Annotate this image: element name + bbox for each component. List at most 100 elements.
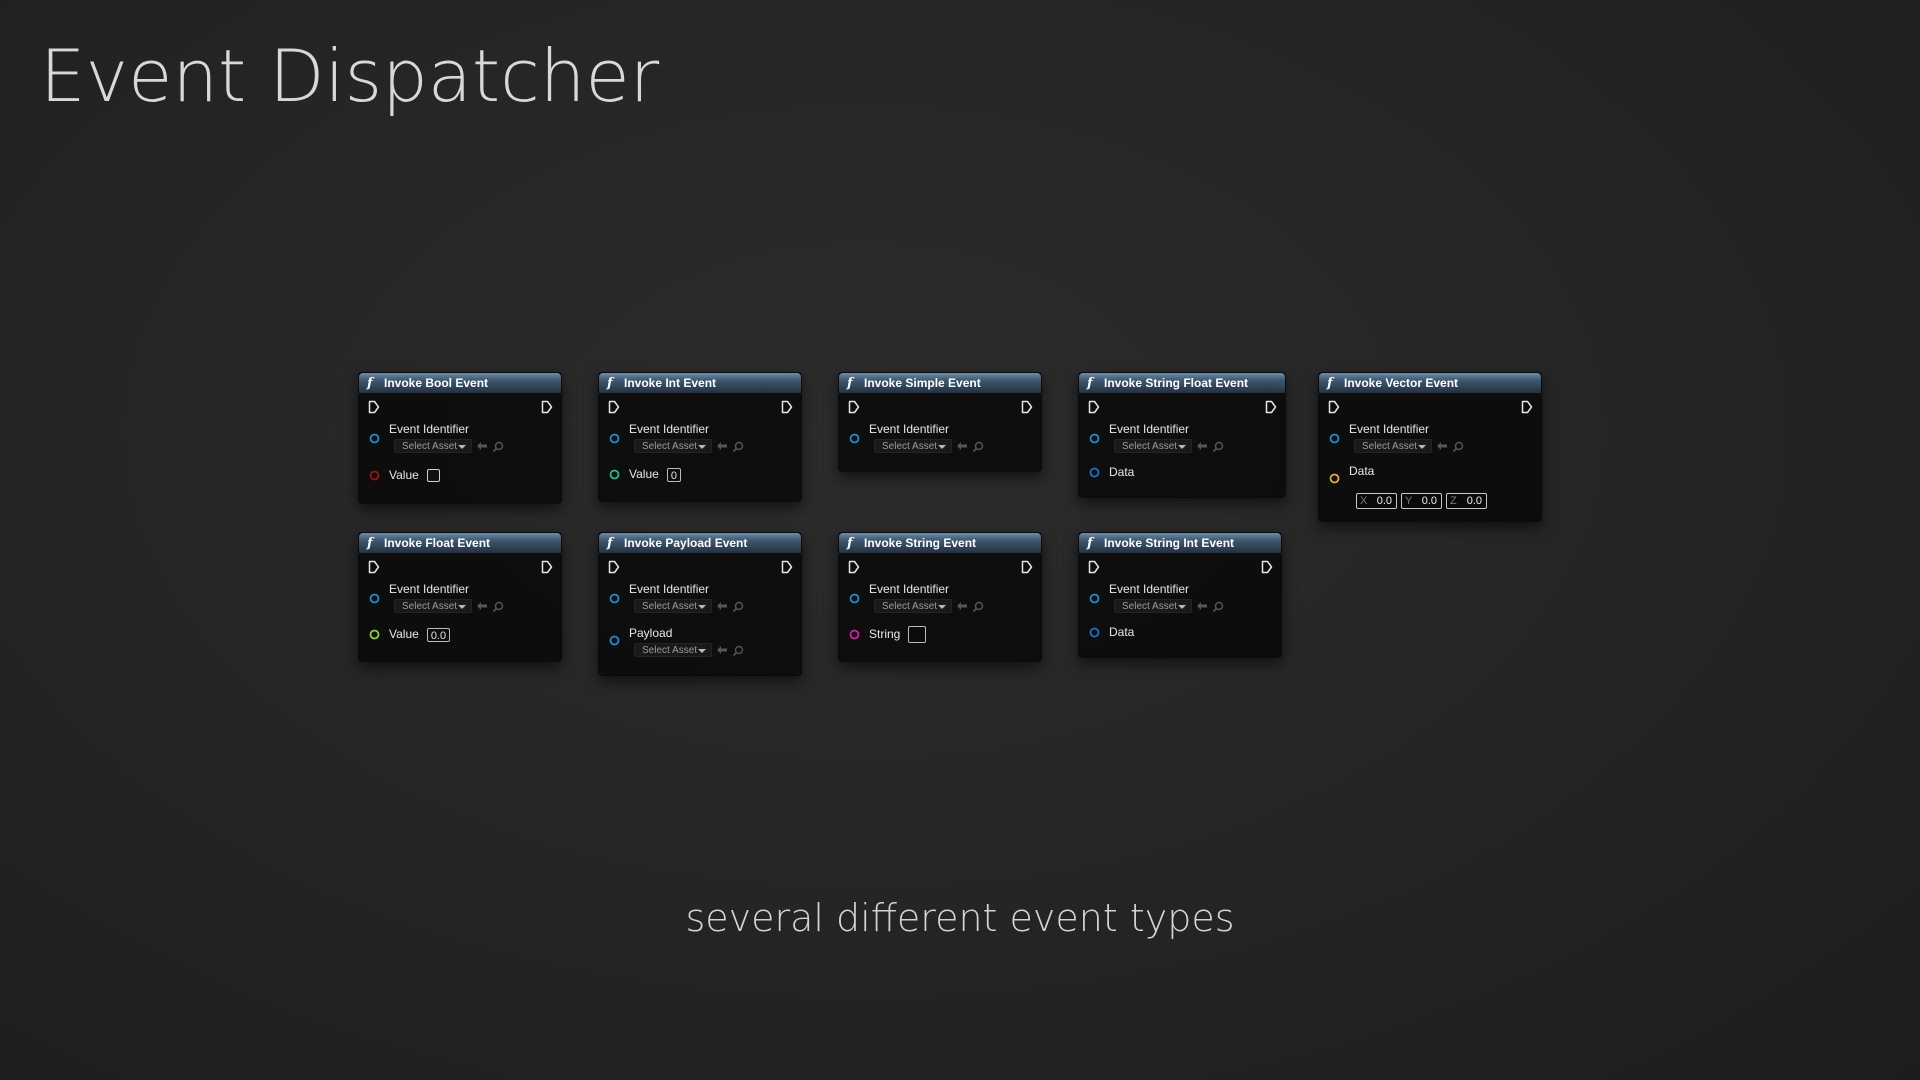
select-asset-text: Select Asset <box>402 441 458 452</box>
select-asset-dropdown[interactable]: Select Asset <box>634 439 712 453</box>
function-icon: f <box>847 536 853 551</box>
value-input[interactable]: 0.0 <box>426 627 451 642</box>
select-asset-dropdown[interactable]: Select Asset <box>394 599 472 613</box>
int-pin-icon[interactable] <box>609 469 620 480</box>
exec-in-pin-icon[interactable] <box>608 560 620 574</box>
string-input[interactable] <box>908 626 927 644</box>
vector-pin-icon[interactable] <box>1329 473 1340 484</box>
node-header[interactable]: f Invoke Vector Event <box>1319 373 1541 393</box>
exec-out-pin-icon[interactable] <box>781 560 793 574</box>
select-asset-text: Select Asset <box>1122 601 1178 612</box>
node-header[interactable]: f Invoke Bool Event <box>359 373 561 393</box>
select-asset-dropdown[interactable]: Select Asset <box>1114 439 1192 453</box>
data-label: Data <box>1109 625 1135 639</box>
select-asset-text: Select Asset <box>882 601 938 612</box>
select-asset-dropdown[interactable]: Select Asset <box>1354 439 1432 453</box>
exec-out-pin-icon[interactable] <box>1021 400 1033 414</box>
exec-in-pin-icon[interactable] <box>1328 400 1340 414</box>
page-title: Event Dispatcher <box>40 34 660 118</box>
search-icon[interactable] <box>492 601 504 613</box>
use-selected-arrow-icon[interactable] <box>1196 441 1208 451</box>
select-asset-dropdown[interactable]: Select Asset <box>874 439 952 453</box>
node-title: Invoke Simple Event <box>864 376 981 390</box>
node-invoke-vector-event[interactable]: f Invoke Vector Event Event Identifier Se… <box>1318 372 1542 522</box>
use-selected-arrow-icon[interactable] <box>1196 601 1208 611</box>
exec-in-pin-icon[interactable] <box>1088 400 1100 414</box>
use-selected-arrow-icon[interactable] <box>716 441 728 451</box>
select-asset-dropdown[interactable]: Select Asset <box>394 439 472 453</box>
node-invoke-simple-event[interactable]: f Invoke Simple Event Event Identifier Se… <box>838 372 1042 472</box>
struct-pin-icon[interactable] <box>1089 467 1100 478</box>
node-header[interactable]: f Invoke Int Event <box>599 373 801 393</box>
payload-label: Payload <box>629 626 673 640</box>
node-invoke-string-int-event[interactable]: f Invoke String Int Event Event Identifie… <box>1078 532 1282 658</box>
exec-in-pin-icon[interactable] <box>608 400 620 414</box>
use-selected-arrow-icon[interactable] <box>956 441 968 451</box>
function-icon: f <box>367 536 373 551</box>
exec-in-pin-icon[interactable] <box>368 560 380 574</box>
exec-out-pin-icon[interactable] <box>541 400 553 414</box>
y-axis-label: Y <box>1405 495 1413 507</box>
use-selected-arrow-icon[interactable] <box>956 601 968 611</box>
vector-z-input[interactable]: Z 0.0 <box>1446 493 1487 509</box>
node-header[interactable]: f Invoke String Float Event <box>1079 373 1285 393</box>
vector-x-input[interactable]: X 0.0 <box>1356 493 1397 509</box>
exec-in-pin-icon[interactable] <box>368 400 380 414</box>
search-icon[interactable] <box>492 441 504 453</box>
event-identifier-label: Event Identifier <box>1349 422 1430 436</box>
use-selected-arrow-icon[interactable] <box>476 441 488 451</box>
struct-pin-icon[interactable] <box>1089 627 1100 638</box>
float-pin-icon[interactable] <box>369 629 380 640</box>
value-checkbox[interactable] <box>426 469 440 483</box>
exec-out-pin-icon[interactable] <box>1521 400 1533 414</box>
node-invoke-payload-event[interactable]: f Invoke Payload Event Event Identifier S… <box>598 532 802 676</box>
string-label: String <box>869 627 901 641</box>
node-header[interactable]: f Invoke Simple Event <box>839 373 1041 393</box>
node-invoke-string-event[interactable]: f Invoke String Event Event Identifier Se… <box>838 532 1042 662</box>
exec-out-pin-icon[interactable] <box>1265 400 1277 414</box>
node-invoke-bool-event[interactable]: f Invoke Bool Event Event Identifier Sele… <box>358 372 562 504</box>
select-asset-dropdown[interactable]: Select Asset <box>634 643 712 657</box>
node-title: Invoke Vector Event <box>1344 376 1459 390</box>
select-asset-dropdown[interactable]: Select Asset <box>634 599 712 613</box>
search-icon[interactable] <box>732 601 744 613</box>
select-asset-dropdown[interactable]: Select Asset <box>1114 599 1192 613</box>
use-selected-arrow-icon[interactable] <box>1436 441 1448 451</box>
node-invoke-int-event[interactable]: f Invoke Int Event Event Identifier Selec… <box>598 372 802 502</box>
select-asset-dropdown[interactable]: Select Asset <box>874 599 952 613</box>
exec-in-pin-icon[interactable] <box>848 400 860 414</box>
node-header[interactable]: f Invoke String Event <box>839 533 1041 553</box>
x-value: 0.0 <box>1376 495 1392 507</box>
node-title: Invoke String Float Event <box>1104 376 1249 390</box>
search-icon[interactable] <box>972 441 984 453</box>
string-pin-icon[interactable] <box>849 629 860 640</box>
node-invoke-float-event[interactable]: f Invoke Float Event Event Identifier Sel… <box>358 532 562 662</box>
z-value: 0.0 <box>1466 495 1482 507</box>
exec-in-pin-icon[interactable] <box>1088 560 1100 574</box>
exec-out-pin-icon[interactable] <box>1261 560 1273 574</box>
exec-out-pin-icon[interactable] <box>781 400 793 414</box>
exec-out-pin-icon[interactable] <box>541 560 553 574</box>
search-icon[interactable] <box>732 441 744 453</box>
use-selected-arrow-icon[interactable] <box>716 601 728 611</box>
exec-in-pin-icon[interactable] <box>848 560 860 574</box>
bool-pin-icon[interactable] <box>369 470 380 481</box>
use-selected-arrow-icon[interactable] <box>716 645 728 655</box>
node-header[interactable]: f Invoke Payload Event <box>599 533 801 553</box>
node-header[interactable]: f Invoke Float Event <box>359 533 561 553</box>
search-icon[interactable] <box>1212 601 1224 613</box>
vector-y-input[interactable]: Y 0.0 <box>1401 493 1442 509</box>
search-icon[interactable] <box>732 645 744 657</box>
use-selected-arrow-icon[interactable] <box>476 601 488 611</box>
search-icon[interactable] <box>1452 441 1464 453</box>
node-header[interactable]: f Invoke String Int Event <box>1079 533 1281 553</box>
exec-out-pin-icon[interactable] <box>1021 560 1033 574</box>
event-identifier-label: Event Identifier <box>389 422 470 436</box>
search-icon[interactable] <box>1212 441 1224 453</box>
search-icon[interactable] <box>972 601 984 613</box>
value-input[interactable]: 0 <box>666 467 681 482</box>
chevron-down-icon <box>458 445 466 449</box>
node-title: Invoke String Event <box>864 536 977 550</box>
chevron-down-icon <box>698 605 706 609</box>
node-invoke-string-float-event[interactable]: f Invoke String Float Event Event Identif… <box>1078 372 1286 498</box>
